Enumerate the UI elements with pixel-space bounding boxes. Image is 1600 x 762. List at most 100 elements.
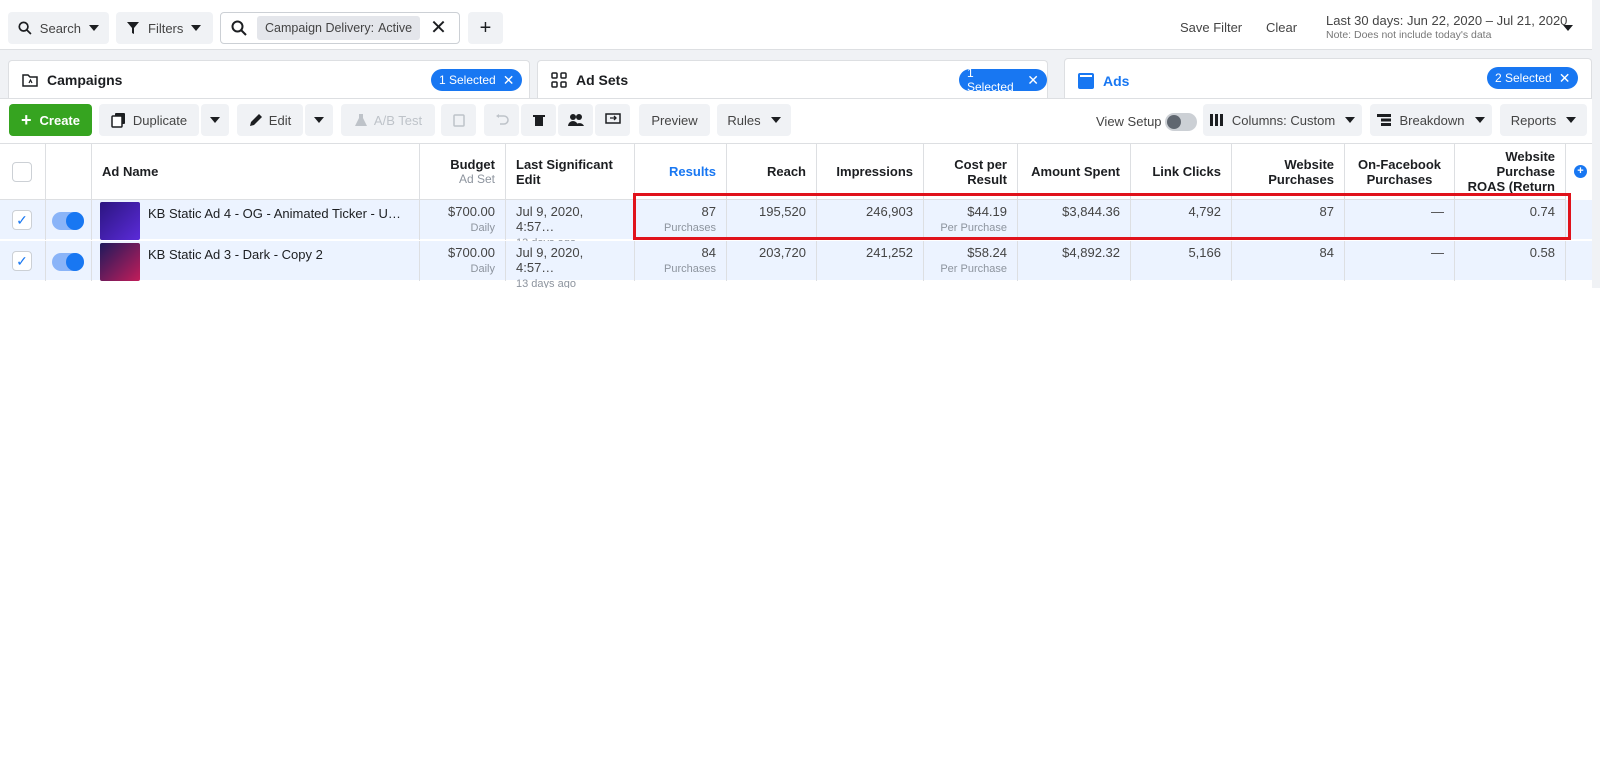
header-roas[interactable]: Website Purchase ROAS (Return bbox=[1455, 144, 1566, 200]
duplicate-icon bbox=[111, 113, 125, 128]
row-checkbox[interactable]: ✓ bbox=[12, 251, 32, 271]
chevron-down-icon bbox=[314, 117, 324, 123]
ad-name[interactable]: KB Static Ad 4 - OG - Animated Ticker - … bbox=[148, 206, 403, 221]
header-cost-per-result[interactable]: Cost per Result bbox=[924, 144, 1018, 200]
close-icon[interactable]: ✕ bbox=[1027, 72, 1039, 89]
breakdown-label: Breakdown bbox=[1399, 112, 1465, 128]
add-column-icon[interactable]: + bbox=[1574, 165, 1587, 178]
ad-status-toggle[interactable] bbox=[52, 212, 84, 230]
chevron-down-icon[interactable] bbox=[1563, 25, 1573, 31]
pencil-icon bbox=[249, 114, 262, 126]
duplicate-dropdown[interactable] bbox=[201, 104, 229, 136]
header-select-all bbox=[0, 144, 46, 200]
tab-campaigns[interactable]: Campaigns 1 Selected ✕ bbox=[8, 60, 530, 98]
header-budget[interactable]: Budget Ad Set bbox=[420, 144, 506, 200]
ab-test-label: A/B Test bbox=[373, 112, 423, 128]
cost-per-result-value: $58.24 bbox=[967, 245, 1007, 260]
header-label: Last Significant bbox=[516, 156, 613, 172]
amount-spent-cell: $4,892.32 bbox=[1018, 241, 1131, 281]
link-clicks-cell: 5,166 bbox=[1131, 241, 1232, 281]
duplicate-button[interactable]: Duplicate bbox=[99, 104, 199, 136]
budget-cell: $700.00 Daily bbox=[420, 241, 506, 281]
breakdown-icon bbox=[1377, 114, 1392, 126]
last-edit-value: Jul 9, 2020, 4:57… bbox=[516, 245, 584, 275]
preview-button[interactable]: Preview bbox=[639, 104, 710, 136]
header-link-clicks[interactable]: Link Clicks bbox=[1131, 144, 1232, 200]
header-on-facebook-purchases[interactable]: On-Facebook Purchases bbox=[1345, 144, 1455, 200]
selected-pill[interactable]: 1 Selected ✕ bbox=[431, 69, 523, 91]
selected-pill[interactable]: 1 Selected ✕ bbox=[959, 66, 1047, 94]
funnel-icon bbox=[127, 22, 139, 34]
clipboard-button[interactable] bbox=[441, 104, 476, 136]
date-range-picker[interactable]: Last 30 days: Jun 22, 2020 – Jul 21, 202… bbox=[1326, 13, 1567, 28]
edit-button[interactable]: Edit bbox=[237, 104, 303, 136]
header-amount-spent[interactable]: Amount Spent bbox=[1018, 144, 1131, 200]
select-all-checkbox[interactable] bbox=[12, 162, 32, 182]
header-results[interactable]: Results bbox=[635, 144, 727, 200]
close-icon[interactable]: ✕ bbox=[1559, 70, 1571, 87]
search-button[interactable]: Search bbox=[8, 12, 109, 44]
ab-test-button[interactable]: A/B Test bbox=[341, 104, 435, 136]
rules-button[interactable]: Rules bbox=[717, 104, 791, 136]
duplicate-label: Duplicate bbox=[132, 112, 188, 128]
header-website-purchases[interactable]: Website Purchases bbox=[1232, 144, 1345, 200]
ad-status-toggle[interactable] bbox=[52, 253, 84, 271]
ad-thumbnail[interactable] bbox=[100, 202, 140, 240]
edit-dropdown[interactable] bbox=[305, 104, 333, 136]
people-icon bbox=[567, 114, 584, 126]
selected-count: 2 Selected bbox=[1495, 71, 1552, 85]
budget-type: Daily bbox=[470, 263, 495, 275]
header-label: Cost per bbox=[954, 156, 1007, 172]
selected-pill[interactable]: 2 Selected ✕ bbox=[1487, 67, 1579, 89]
reports-button[interactable]: Reports bbox=[1500, 104, 1587, 136]
export-button[interactable] bbox=[595, 104, 630, 136]
header-ad-name[interactable]: Ad Name bbox=[92, 144, 420, 200]
undo-icon bbox=[495, 114, 509, 125]
filter-chip[interactable]: Campaign Delivery: Active bbox=[257, 16, 421, 40]
row-checkbox[interactable]: ✓ bbox=[12, 210, 32, 230]
create-button[interactable]: + Create bbox=[9, 104, 92, 136]
plus-icon: + bbox=[21, 109, 32, 130]
breakdown-button[interactable]: Breakdown bbox=[1370, 104, 1492, 136]
tab-label: Ad Sets bbox=[576, 71, 629, 88]
tab-ads[interactable]: Ads 2 Selected ✕ bbox=[1064, 58, 1592, 102]
audience-button[interactable] bbox=[558, 104, 593, 136]
last-edit-ago: 13 days ago bbox=[516, 278, 576, 288]
clear-link[interactable]: Clear bbox=[1266, 20, 1297, 35]
close-icon[interactable]: ✕ bbox=[430, 18, 447, 38]
delete-button[interactable] bbox=[521, 104, 556, 136]
close-icon[interactable]: ✕ bbox=[503, 72, 515, 89]
chevron-down-icon bbox=[89, 25, 99, 31]
grid-icon bbox=[551, 71, 567, 88]
undo-button[interactable] bbox=[484, 104, 519, 136]
ad-thumbnail[interactable] bbox=[100, 243, 140, 281]
last-edit-cell: Jul 9, 2020, 4:57… 13 days ago bbox=[506, 200, 635, 249]
header-label: Ad Name bbox=[102, 164, 159, 179]
add-filter-button[interactable]: + bbox=[468, 12, 503, 44]
ads-manager: Search Filters Campaign Delivery: Active… bbox=[0, 0, 1600, 288]
search-icon bbox=[231, 20, 247, 36]
filters-button[interactable]: Filters bbox=[116, 12, 213, 44]
impressions-cell: 241,252 bbox=[817, 241, 924, 281]
header-label: Website bbox=[1505, 149, 1555, 164]
header-impressions[interactable]: Impressions bbox=[817, 144, 924, 200]
save-filter-link[interactable]: Save Filter bbox=[1180, 20, 1242, 35]
filter-search-input[interactable]: Campaign Delivery: Active ✕ bbox=[220, 12, 460, 44]
header-label: On-Facebook bbox=[1357, 156, 1442, 172]
columns-button[interactable]: Columns: Custom bbox=[1203, 104, 1362, 136]
header-reach[interactable]: Reach bbox=[727, 144, 817, 200]
tab-ad-sets[interactable]: Ad Sets 1 Selected ✕ bbox=[537, 60, 1048, 98]
header-last-edit[interactable]: Last Significant Edit bbox=[506, 144, 635, 200]
header-label: Reach bbox=[766, 164, 806, 179]
view-setup-toggle[interactable] bbox=[1165, 113, 1197, 131]
header-label: Result bbox=[967, 171, 1007, 187]
results-value: 84 bbox=[701, 245, 716, 260]
results-cell: 84 Purchases bbox=[635, 241, 727, 281]
trash-icon bbox=[532, 115, 545, 126]
ad-name[interactable]: KB Static Ad 3 - Dark - Copy 2 bbox=[148, 247, 403, 262]
table-row[interactable]: ✓ KB Static Ad 3 - Dark - Copy 2 $700.00… bbox=[0, 241, 1592, 288]
budget-type: Daily bbox=[470, 222, 495, 234]
rules-label: Rules bbox=[727, 112, 761, 128]
view-setup-label: View Setup bbox=[1096, 114, 1162, 129]
header-label: Results bbox=[669, 164, 716, 179]
